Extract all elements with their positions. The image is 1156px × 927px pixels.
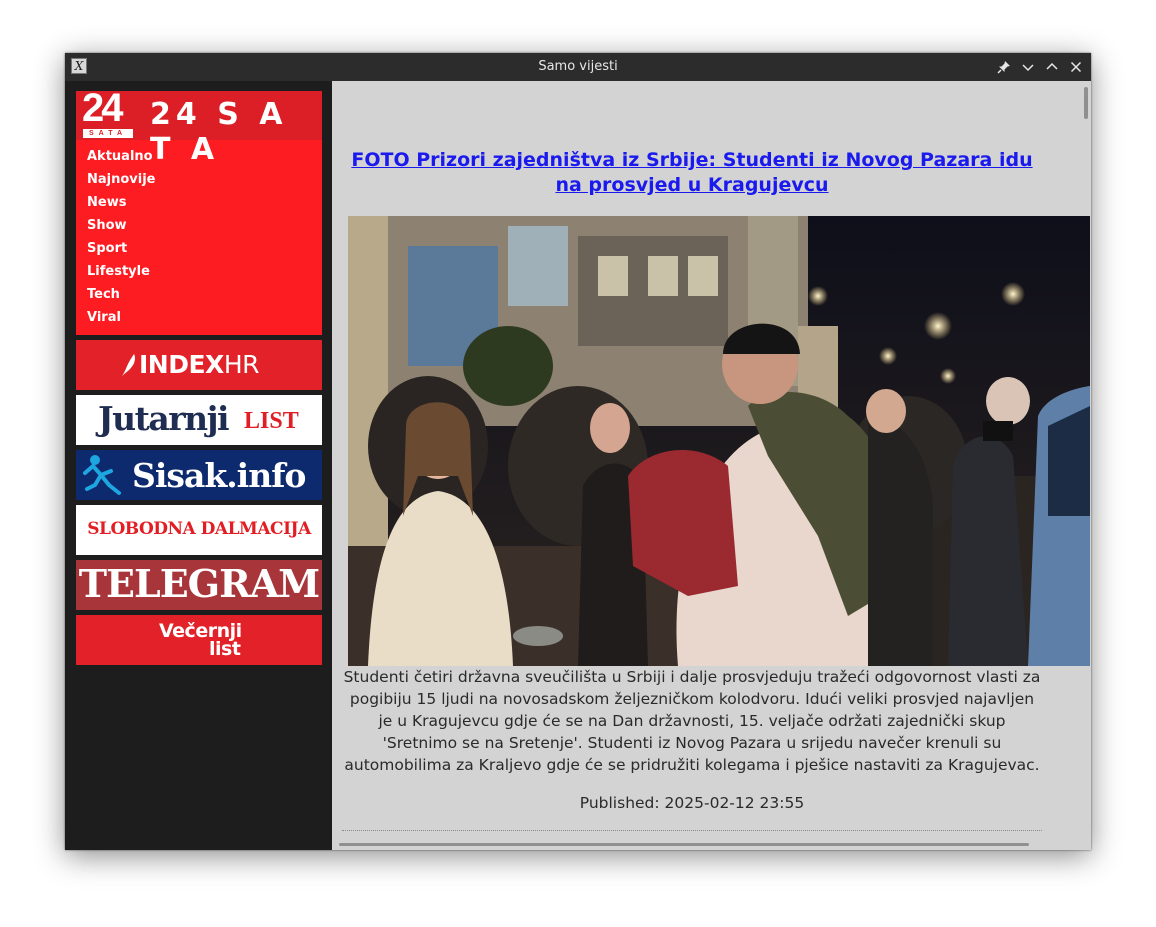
logo-small-text: SATA <box>83 129 133 138</box>
window-title: Samo vijesti <box>538 59 618 74</box>
pin-icon[interactable] <box>994 57 1014 77</box>
sidebar: 24 SATA 24 S A T A Aktualno Najnovije Ne… <box>65 81 332 850</box>
close-icon[interactable] <box>1066 57 1086 77</box>
article-photo-illustration <box>348 216 1090 666</box>
nav-24sata: Aktualno Najnovije News Show Sport Lifes… <box>87 147 156 331</box>
published-date: Published: 2025-02-12 23:55 <box>579 794 805 812</box>
logo-wordmark: 24 S A T A <box>150 97 288 167</box>
banner-jutarnji-suffix: LIST <box>244 408 299 434</box>
banner-index-label: INDEXHR <box>139 350 260 379</box>
banner-sisak-label: Sisak.info <box>132 456 306 495</box>
article-divider <box>342 830 1042 831</box>
nav-item-sport[interactable]: Sport <box>87 239 156 262</box>
logo-24sata[interactable]: 24 SATA 24 S A T A <box>76 86 322 167</box>
nav-item-lifestyle[interactable]: Lifestyle <box>87 262 156 285</box>
vertical-scrollbar[interactable] <box>1084 87 1088 119</box>
horizontal-scrollbar[interactable] <box>339 843 1029 846</box>
title-bar[interactable]: X Samo vijesti <box>65 53 1091 81</box>
banner-index-main: INDEX <box>139 350 224 379</box>
nav-item-najnovije[interactable]: Najnovije <box>87 170 156 193</box>
banner-vecernji-line2: list <box>209 638 241 660</box>
chili-icon <box>122 354 135 376</box>
nav-item-viral[interactable]: Viral <box>87 308 156 331</box>
logo-24sata-mark: 24 SATA <box>82 86 134 138</box>
banner-telegram-label: TELEGRAM <box>78 561 321 606</box>
nav-item-news[interactable]: News <box>87 193 156 216</box>
site-banner-jutarnji[interactable]: Jutarnji LIST <box>76 395 322 445</box>
nav-item-tech[interactable]: Tech <box>87 285 156 308</box>
site-banner-slobodna-dalmacija[interactable]: SLOBODNA DALMACIJA <box>76 505 322 555</box>
banner-jutarnji-main: Jutarnji <box>98 399 230 438</box>
article-pane[interactable]: FOTO Prizori zajedništva iz Srbije: Stud… <box>332 81 1091 850</box>
article-description: Studenti četiri državna sveučilišta u Sr… <box>343 668 1041 774</box>
nav-item-aktualno[interactable]: Aktualno <box>87 147 156 170</box>
banner-slobodna-label: SLOBODNA DALMACIJA <box>87 519 311 539</box>
app-window: X Samo vijesti 24 SATA 24 S A T A Aktual… <box>65 53 1091 850</box>
nav-item-show[interactable]: Show <box>87 216 156 239</box>
site-24sata: 24 SATA 24 S A T A Aktualno Najnovije Ne… <box>76 86 322 335</box>
logo-number: 24 <box>82 86 123 130</box>
article-photo[interactable] <box>348 216 1090 666</box>
site-banner-index-hr[interactable]: INDEXHR <box>76 340 322 390</box>
site-banner-vecernji-list[interactable]: Večernji list <box>76 615 322 665</box>
runner-icon <box>83 455 121 495</box>
article-title-link[interactable]: FOTO Prizori zajedništva iz Srbije: Stud… <box>342 148 1042 198</box>
banner-index-suffix: HR <box>223 350 260 379</box>
site-banner-telegram[interactable]: TELEGRAM <box>76 560 322 610</box>
maximize-icon[interactable] <box>1042 57 1062 77</box>
site-banner-sisak-info[interactable]: Sisak.info <box>76 450 322 500</box>
minimize-icon[interactable] <box>1018 57 1038 77</box>
